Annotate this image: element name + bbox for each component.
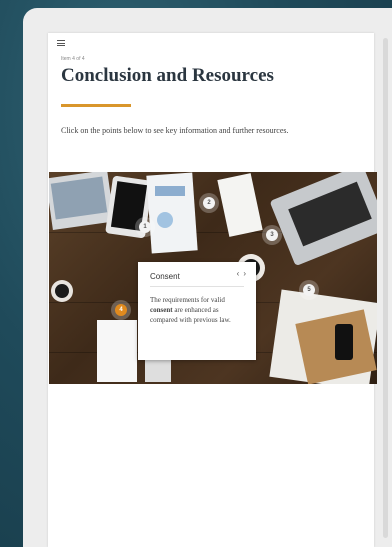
popup-body: The requirements for valid consent are e… (150, 295, 246, 325)
menu-icon[interactable] (57, 40, 65, 46)
hotspot-popup: Consent ‹ › The requirements for valid c… (138, 262, 256, 360)
popup-title: Consent (150, 272, 180, 281)
hotspot-3[interactable]: 3 (266, 229, 278, 241)
notebook-image (97, 320, 137, 382)
hotspot-2[interactable]: 2 (203, 197, 215, 209)
popup-next-button[interactable]: › (243, 269, 246, 278)
page-title: Conclusion and Resources (61, 65, 274, 86)
progress-label: Item 4 of 4 (61, 56, 85, 62)
popup-divider (150, 286, 244, 287)
popup-prev-button[interactable]: ‹ (237, 269, 240, 278)
phone-image (335, 324, 353, 360)
scrollbar[interactable] (383, 38, 388, 538)
popup-text-before: The requirements for valid (150, 296, 225, 304)
intro-text: Click on the points below to see key inf… (61, 126, 289, 135)
title-accent-divider (61, 104, 131, 107)
popup-nav: ‹ › (237, 269, 246, 278)
hotspot-4[interactable]: 4 (115, 304, 127, 316)
notepad-image (217, 173, 263, 237)
popup-text-bold: consent (150, 306, 173, 314)
hotspot-1[interactable]: 1 (139, 221, 151, 233)
hotspot-5[interactable]: 5 (303, 284, 315, 296)
charts-paper-image (146, 172, 198, 254)
